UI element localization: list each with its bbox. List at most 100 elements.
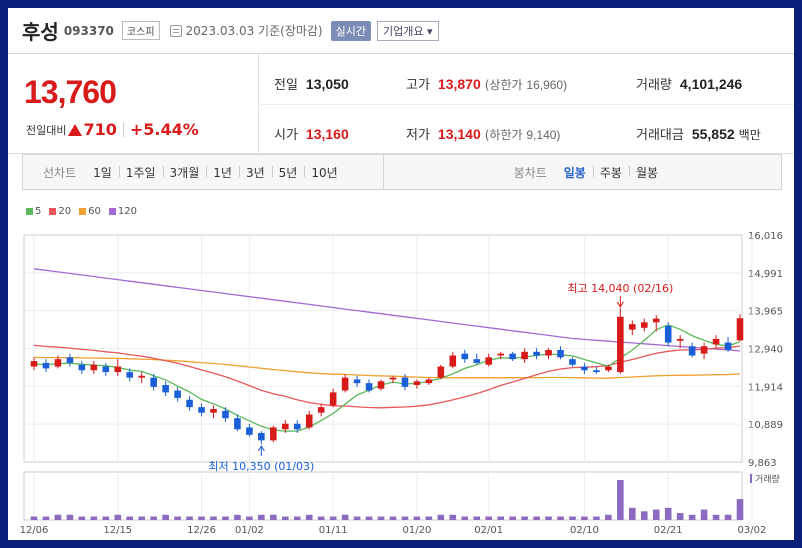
candle-body [281,423,289,430]
candle-body [90,364,98,371]
volume-bar [150,516,157,520]
low-label: 저가 [406,128,430,143]
volume-stat: 거래량 4,101,246 [636,74,742,93]
open-stat: 시가 13,160 [274,124,349,143]
candle-body [162,385,169,393]
x-tick-label: 12/15 [103,525,132,536]
candle-body [114,366,122,373]
up-triangle-icon [68,123,83,136]
tab-weekly[interactable]: 주봉 [592,164,629,181]
volume-bar [317,516,325,520]
candle-body [617,316,624,373]
volume-bar [736,499,744,520]
volume-bar [30,516,38,520]
volume-bar [497,516,504,520]
candle-body [509,353,516,360]
candle-body [533,351,540,356]
high-value: 13,870 [437,76,481,92]
volume-bar [270,514,277,520]
tab-1d[interactable]: 1일 [86,164,119,181]
price-summary: 13,760 전일대비 710 +5.44% 전일 13,050 고가 13,8… [8,54,794,154]
candle-body [198,407,205,413]
candle-body [605,366,612,371]
tab-10y[interactable]: 10년 [304,164,344,181]
volume-bar [664,507,672,520]
volume-bar [712,514,720,520]
tab-daily[interactable]: 일봉 [557,164,593,181]
stock-widget: 후성 093370 코스피 2023.03.03 기준(장마감) 실시간 기업개… [8,8,794,540]
volume-bar [114,514,122,520]
volume-bar [509,516,516,520]
x-tick-label: 02/21 [654,525,683,536]
price-chart: 5 20 60 120 16,016 14,991 13,965 12,940 11,9… [8,204,794,540]
low-stat: 저가 13,140 (하한가 9,140) [406,124,560,143]
legend-swatch [26,208,33,215]
high-annotation: 최고 14,040 (02/16) [567,282,673,295]
x-tick-label: 02/10 [570,525,599,536]
tab-3y[interactable]: 3년 [238,164,272,181]
volume-bar [401,516,409,520]
change-percent: +5.44% [129,120,199,139]
candle-body [317,407,325,413]
candlestick-chart[interactable]: 16,01614,99113,96512,94011,91410,8899,86… [8,204,794,540]
volume-bar [54,514,62,520]
y-tick-label: 10,889 [748,420,783,431]
volume-bar [138,516,145,520]
candle-body [413,381,421,386]
volume-bar [569,516,576,520]
x-tick-label: 03/02 [738,525,767,536]
legend-swatch [108,208,116,215]
tab-3m[interactable]: 3개월 [162,164,207,181]
volume-bar [700,509,708,520]
y-tick-label: 13,965 [748,307,783,318]
candle-body [545,349,552,356]
realtime-button[interactable]: 실시간 [330,20,371,41]
candle-body [569,359,576,365]
volume-bar [293,516,301,520]
chart-period-tabs: 선차트 1일 1주일 3개월 1년 3년 5년 10년 봉차트 일봉 주봉 월봉 [22,154,782,190]
volume-label: 거래량 [636,78,672,93]
legend-label: 60 [88,206,101,217]
volume-bar [629,507,636,520]
candle-body [437,366,445,378]
candle-body [234,418,241,430]
candle-body [329,392,337,406]
prev-close-label: 전일 [274,78,298,93]
candle-body [652,318,660,323]
candle-body [210,408,217,413]
tab-1y[interactable]: 1년 [206,164,239,181]
stock-name[interactable]: 후성 [22,16,59,45]
candle-body [150,377,157,387]
volume-bar [365,516,373,520]
divider [258,104,794,105]
divider [122,122,124,137]
legend-label: 120 [117,206,137,217]
tab-5y[interactable]: 5년 [271,164,305,181]
tab-1w[interactable]: 1주일 [118,164,163,181]
volume-bar [377,516,385,520]
volume-bar [581,516,588,520]
high-label: 고가 [406,78,430,93]
candle-body [593,370,600,373]
volume-bar [533,516,540,520]
candle-body [485,357,493,365]
candle-body [640,322,648,328]
volume-bar [246,516,253,520]
volume-bar [425,516,433,520]
change-label: 전일대비 [26,123,67,137]
candle-body [54,359,62,367]
tab-monthly[interactable]: 월봉 [628,164,665,181]
legend-ma60: 60 [79,206,101,217]
volume-legend-label: 거래량 [755,473,780,485]
volume-bar [389,516,397,520]
volume-bar [449,514,457,520]
volume-bar [66,514,74,520]
low-value: 13,140 [437,126,481,142]
volume-bar [640,511,648,520]
amount-label: 거래대금 [636,128,684,143]
candle-body [293,423,301,430]
volume-bar [617,480,624,520]
candle-body [389,377,397,380]
prev-close-stat: 전일 13,050 [274,74,349,93]
company-overview-button[interactable]: 기업개요 ▾ [377,20,439,41]
